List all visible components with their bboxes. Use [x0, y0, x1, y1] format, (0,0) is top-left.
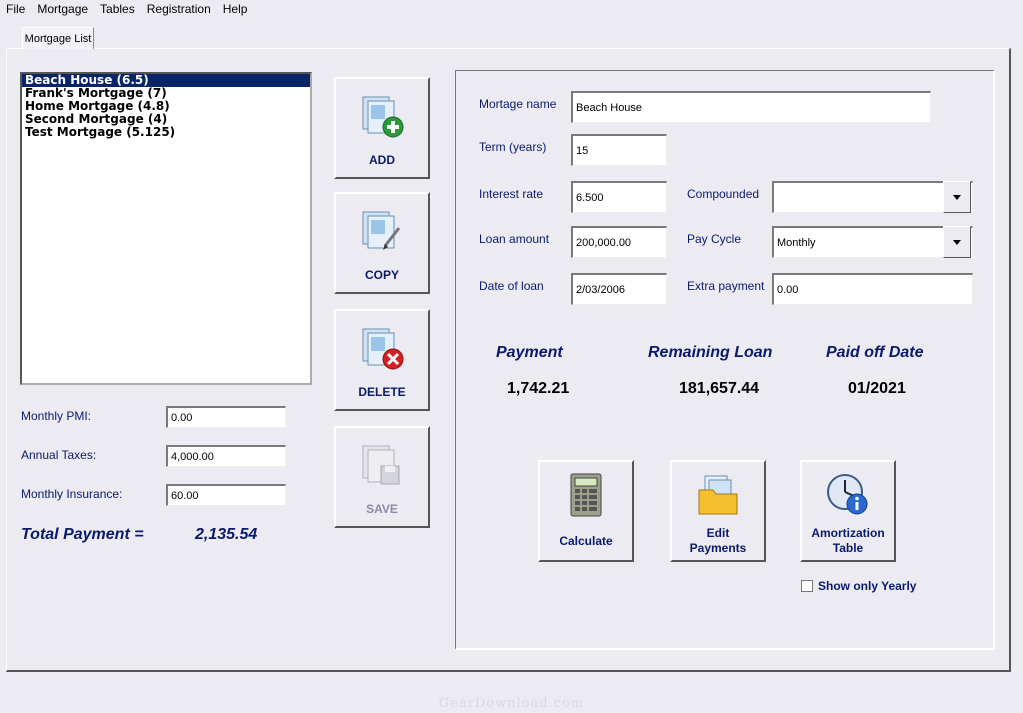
save-disk-icon — [359, 442, 405, 488]
payment-value: 1,742.21 — [507, 380, 570, 397]
amortization-table-button[interactable]: Amortization Table — [800, 460, 896, 562]
delete-document-icon — [359, 325, 405, 371]
date-of-loan-label: Date of loan — [479, 279, 544, 293]
save-button[interactable]: SAVE — [334, 426, 430, 528]
list-item[interactable]: Test Mortgage (5.125) — [22, 126, 310, 139]
mortgage-listbox[interactable]: Beach House (6.5) Frank's Mortgage (7) H… — [20, 72, 312, 385]
compounded-label: Compounded — [687, 187, 760, 201]
watermark: GearDownload.com — [438, 696, 585, 711]
annual-taxes-field[interactable]: 4,000.00 — [166, 445, 286, 467]
monthly-insurance-field[interactable]: 60.00 — [166, 484, 286, 506]
delete-button[interactable]: DELETE — [334, 309, 430, 411]
payment-heading: Payment — [496, 344, 563, 361]
chevron-down-icon — [953, 239, 961, 245]
add-button-label: ADD — [369, 153, 395, 167]
annual-taxes-label: Annual Taxes: — [21, 448, 97, 462]
extra-payment-label: Extra payment — [687, 279, 765, 293]
paid-off-heading: Paid off Date — [826, 344, 924, 361]
compounded-dropdown-button[interactable] — [943, 181, 971, 213]
menu-file[interactable]: File — [0, 2, 31, 16]
menu-help[interactable]: Help — [217, 2, 254, 16]
calculate-button[interactable]: Calculate — [538, 460, 634, 562]
paid-off-value: 01/2021 — [848, 380, 906, 397]
interest-rate-field[interactable]: 6.500 — [571, 181, 667, 213]
calculate-button-label: Calculate — [559, 534, 613, 548]
mortgage-name-label: Mortage name — [479, 97, 557, 111]
remaining-loan-heading: Remaining Loan — [648, 344, 773, 361]
clock-info-icon — [825, 472, 871, 518]
menu-registration[interactable]: Registration — [141, 2, 217, 16]
amortization-label-line2: Table — [832, 541, 864, 555]
save-button-label: SAVE — [366, 502, 398, 516]
tab-mortgage-list[interactable]: Mortgage List — [22, 27, 94, 49]
folder-documents-icon — [695, 472, 741, 518]
monthly-pmi-label: Monthly PMI: — [21, 409, 92, 423]
add-button[interactable]: ADD — [334, 77, 430, 179]
edit-payments-label: Edit Payments — [690, 526, 747, 556]
loan-amount-field[interactable]: 200,000.00 — [571, 226, 667, 258]
pay-cycle-dropdown-button[interactable] — [943, 226, 971, 258]
date-of-loan-field[interactable]: 2/03/2006 — [571, 273, 667, 305]
show-only-yearly-label: Show only Yearly — [818, 579, 917, 593]
menu-tables[interactable]: Tables — [94, 2, 141, 16]
checkbox-box[interactable] — [801, 580, 813, 592]
loan-amount-label: Loan amount — [479, 232, 550, 246]
chevron-down-icon — [953, 194, 961, 200]
monthly-insurance-label: Monthly Insurance: — [21, 487, 123, 501]
copy-button[interactable]: COPY — [334, 192, 430, 294]
mortgage-name-field[interactable]: Beach House — [571, 91, 931, 123]
extra-payment-field[interactable]: 0.00 — [772, 273, 973, 305]
interest-rate-label: Interest rate — [479, 187, 544, 201]
term-label: Term (years) — [479, 140, 547, 154]
copy-document-icon — [359, 208, 405, 254]
amortization-table-label: Amortization Table — [811, 526, 884, 556]
total-payment-label: Total Payment = — [21, 526, 144, 543]
edit-payments-label-line2: Payments — [689, 541, 747, 555]
show-only-yearly-checkbox[interactable]: Show only Yearly — [801, 579, 916, 593]
delete-button-label: DELETE — [358, 385, 406, 399]
edit-payments-label-line1: Edit — [706, 526, 730, 540]
add-document-icon — [359, 93, 405, 139]
calculator-icon — [563, 472, 609, 518]
pay-cycle-label: Pay Cycle — [687, 232, 742, 246]
term-field[interactable]: 15 — [571, 134, 667, 166]
amortization-label-line1: Amortization — [811, 526, 885, 540]
total-payment-value: 2,135.54 — [195, 526, 258, 543]
menu-mortgage[interactable]: Mortgage — [31, 2, 94, 16]
copy-button-label: COPY — [364, 268, 399, 282]
edit-payments-button[interactable]: Edit Payments — [670, 460, 766, 562]
remaining-loan-value: 181,657.44 — [679, 380, 760, 397]
monthly-pmi-field[interactable]: 0.00 — [166, 406, 286, 428]
menu-bar: File Mortgage Tables Registration Help — [0, 0, 1023, 18]
